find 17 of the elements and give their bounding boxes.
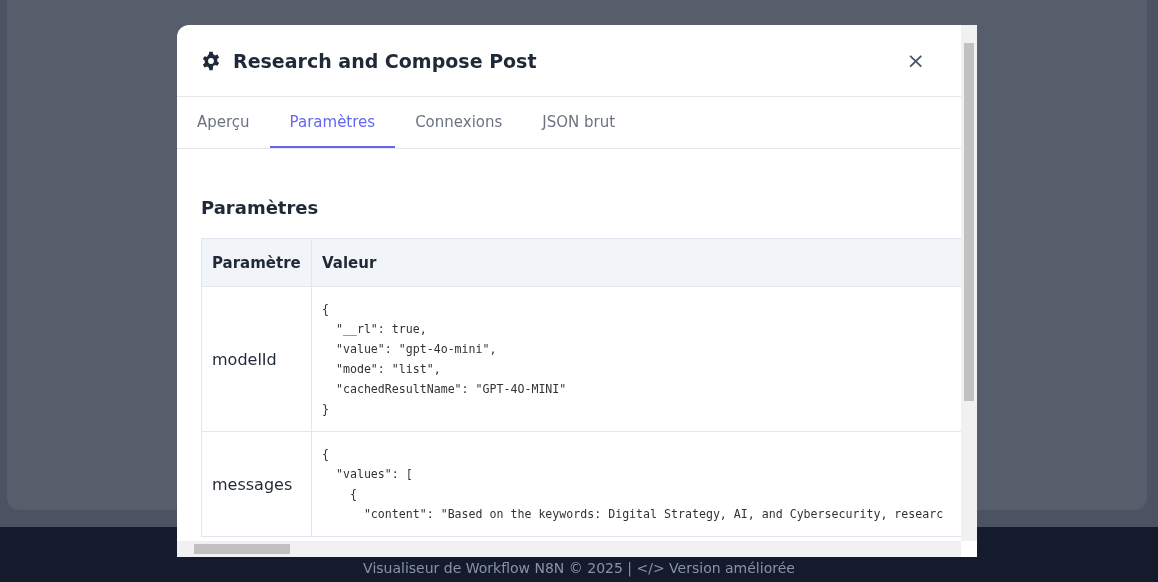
tab[interactable]: Aperçu bbox=[177, 97, 270, 148]
modal-title: Research and Compose Post bbox=[233, 49, 538, 72]
horizontal-scrollbar[interactable] bbox=[177, 541, 961, 557]
settings-icon bbox=[201, 50, 221, 71]
parameter-name: modelId bbox=[201, 286, 312, 432]
column-header: Valeur bbox=[311, 238, 961, 287]
tab[interactable]: Connexions bbox=[395, 97, 523, 148]
code-text: { "values": [ { "content": "Based on the keywords: Digital Strategy, AI, and Cybersecurity, researc bbox=[322, 446, 945, 523]
code-text: { "__rl": true, "value": "gpt-4o-mini", "mode": "list", "cachedResultName": "GPT-4O-MINI" } bbox=[322, 301, 568, 418]
parameter-name: messages bbox=[201, 431, 312, 537]
footer-text: Visualiseur de Workflow N8N © 2025 | </> Version améliorée bbox=[363, 560, 795, 576]
close-button[interactable]: × bbox=[902, 48, 929, 73]
tab[interactable]: Paramètres bbox=[269, 97, 396, 148]
vertical-scrollbar[interactable] bbox=[961, 25, 977, 541]
column-header: Paramètre bbox=[201, 238, 312, 287]
tab[interactable]: JSON brut bbox=[522, 97, 636, 148]
section-heading: Paramètres bbox=[201, 197, 320, 218]
